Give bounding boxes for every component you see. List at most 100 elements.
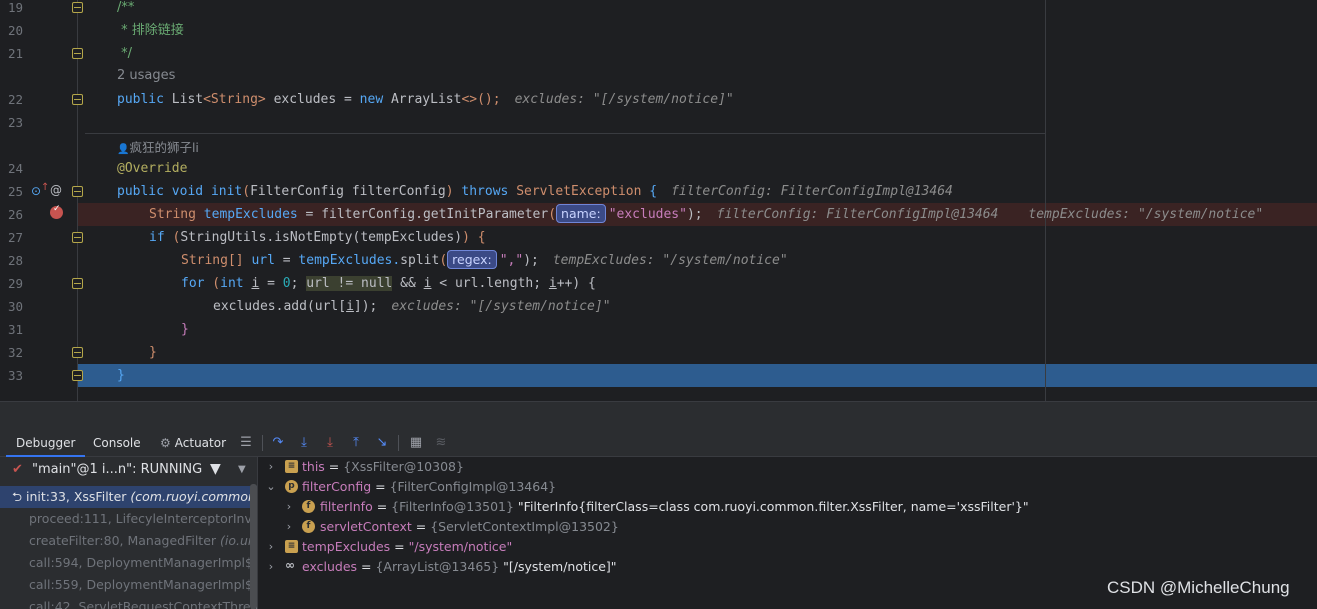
debugger-toolbar: Debugger Console ⚙ Actuator ☰ ↷ ⤓ ⤓ ⤒ ↘ ▦… xyxy=(0,429,1317,457)
code-line-20[interactable]: * 排除链接 xyxy=(117,19,184,42)
thread-label: "main"@1 i...n": RUNNING xyxy=(32,462,203,477)
line-number[interactable]: 21 xyxy=(8,46,23,61)
code-line-19[interactable]: /** xyxy=(117,0,134,19)
stack-frame[interactable]: call:594, DeploymentManagerImpl$2 xyxy=(0,552,257,574)
field-f-icon: f xyxy=(302,500,315,513)
variable-row-this[interactable]: › ≡ this = {XssFilter@10308} xyxy=(259,457,1317,477)
variable-row-filterinfo[interactable]: › f filterInfo = {FilterInfo@13501} "Fil… xyxy=(259,497,1317,517)
breakpoint-check-icon: ✓ xyxy=(53,204,61,214)
parameter-icon: p xyxy=(285,480,298,493)
chevron-right-icon[interactable]: › xyxy=(283,517,295,537)
implements-method-icon[interactable]: ⊙ xyxy=(31,184,41,198)
fold-marker-icon[interactable] xyxy=(72,278,83,289)
line-number[interactable]: 33 xyxy=(8,368,23,383)
trace-stream-icon[interactable]: ≋ xyxy=(433,435,449,451)
fold-marker-icon[interactable] xyxy=(72,370,83,381)
variable-row-filterconfig[interactable]: ⌄ p filterConfig = {FilterConfigImpl@134… xyxy=(259,477,1317,497)
inline-value-hint: excludes: "[/system/notice]" xyxy=(391,299,611,314)
line-number-gutter[interactable]: 19 20 21 22 23 24 25 26 27 28 29 30 31 3… xyxy=(0,0,30,401)
fold-marker-icon[interactable] xyxy=(72,48,83,59)
evaluate-expression-icon[interactable]: ▦ xyxy=(408,435,424,451)
tab-console[interactable]: Console xyxy=(93,429,141,457)
fold-guide xyxy=(77,0,78,401)
line-number[interactable]: 24 xyxy=(8,161,23,176)
variable-row-excludes[interactable]: › ∞ excludes = {ArrayList@13465} "[/syst… xyxy=(259,557,1317,577)
fold-marker-icon[interactable] xyxy=(72,2,83,13)
line-number[interactable]: 26 xyxy=(8,207,23,222)
chevron-down-icon[interactable]: ▼ xyxy=(238,464,246,475)
line-number[interactable]: 31 xyxy=(8,322,23,337)
inline-value-hint: tempExcludes: "/system/notice" xyxy=(1028,207,1264,222)
code-line-26[interactable]: String tempExcludes = filterConfig.getIn… xyxy=(149,203,1263,226)
step-out-icon[interactable]: ⤒ xyxy=(348,435,364,451)
line-number[interactable]: 27 xyxy=(8,230,23,245)
stack-frame[interactable]: call:42, ServletRequestContextThread xyxy=(0,596,257,609)
code-line-31[interactable]: } xyxy=(181,318,189,341)
step-over-icon[interactable]: ↷ xyxy=(270,435,286,451)
toolbar-divider xyxy=(398,435,399,451)
fold-marker-icon[interactable] xyxy=(72,186,83,197)
annotation-at-icon[interactable]: @ xyxy=(50,183,62,197)
chevron-right-icon[interactable]: › xyxy=(283,497,295,517)
line-number[interactable]: 19 xyxy=(8,0,23,15)
line-number[interactable]: 32 xyxy=(8,345,23,360)
fold-marker-icon[interactable] xyxy=(72,347,83,358)
line-number[interactable]: 23 xyxy=(8,115,23,130)
panel-splitter[interactable] xyxy=(0,401,1317,429)
code-line-25[interactable]: public void init(FilterConfig filterConf… xyxy=(117,180,953,203)
check-icon: ✔ xyxy=(12,462,23,477)
chevron-down-icon[interactable]: ⌄ xyxy=(265,477,277,497)
inline-value-hint: excludes: "[/system/notice]" xyxy=(514,92,734,107)
override-arrow-icon[interactable]: ↑ xyxy=(41,182,49,193)
code-line-24[interactable]: @Override xyxy=(117,157,187,180)
code-line-28[interactable]: String[] url = tempExcludes.split(regex:… xyxy=(181,249,788,272)
tab-debugger[interactable]: Debugger xyxy=(6,429,86,457)
line-number[interactable]: 29 xyxy=(8,276,23,291)
field-f-icon: f xyxy=(302,520,315,533)
thread-selector[interactable]: ✔ "main"@1 i...n": RUNNING ▼ ▼ xyxy=(0,457,257,484)
line-number[interactable]: 25 xyxy=(8,184,23,199)
force-step-into-icon[interactable]: ⤓ xyxy=(322,435,338,451)
menu-icon[interactable]: ☰ xyxy=(238,435,254,451)
fold-marker-icon[interactable] xyxy=(72,232,83,243)
return-icon: ⮌ xyxy=(12,489,23,504)
variable-row-tempexcludes[interactable]: › ≡ tempExcludes = "/system/notice" xyxy=(259,537,1317,557)
filter-icon[interactable]: ▼ xyxy=(210,461,221,477)
code-line-27[interactable]: if (StringUtils.isNotEmpty(tempExcludes)… xyxy=(149,226,486,249)
author-hint[interactable]: 👤疯狂的狮子li xyxy=(117,137,199,156)
line-number[interactable]: 28 xyxy=(8,253,23,268)
line-number[interactable]: 30 xyxy=(8,299,23,314)
run-to-cursor-icon[interactable]: ↘ xyxy=(374,435,390,451)
inline-value-hint: tempExcludes: "/system/notice" xyxy=(552,253,788,268)
chevron-right-icon[interactable]: › xyxy=(265,537,277,557)
frames-panel: ✔ "main"@1 i...n": RUNNING ▼ ▼ ⮌ init:33,… xyxy=(0,457,258,609)
code-line-29[interactable]: for (int i = 0; url != null && i < url.l… xyxy=(181,272,596,295)
stack-frame[interactable]: ⮌ init:33, XssFilter (com.ruoyi.common.f xyxy=(0,486,257,508)
param-name-hint: name: xyxy=(556,204,606,223)
code-editor[interactable]: 19 20 21 22 23 24 25 26 27 28 29 30 31 3… xyxy=(0,0,1317,401)
stack-frame[interactable]: proceed:111, LifecyleInterceptorInvoc xyxy=(0,508,257,530)
code-line-22[interactable]: public List<String> excludes = new Array… xyxy=(117,88,734,111)
tab-actuator[interactable]: ⚙ Actuator xyxy=(160,429,226,457)
line-number[interactable]: 20 xyxy=(8,23,23,38)
code-line-32[interactable]: } xyxy=(149,341,157,364)
code-line-21[interactable]: */ xyxy=(117,42,132,65)
execution-point-highlight xyxy=(78,364,1317,387)
stack-frame[interactable]: createFilter:80, ManagedFilter (io.und xyxy=(0,530,257,552)
fold-marker-icon[interactable] xyxy=(72,94,83,105)
code-line-30[interactable]: excludes.add(url[i]); excludes: "[/system… xyxy=(213,295,611,318)
chevron-right-icon[interactable]: › xyxy=(265,557,277,577)
line-number[interactable]: 22 xyxy=(8,92,23,107)
step-into-icon[interactable]: ⤓ xyxy=(296,435,312,451)
watch-glasses-icon: ∞ xyxy=(285,558,295,572)
toolbar-divider xyxy=(262,435,263,451)
inline-value-hint: filterConfig: FilterConfigImpl@13464 xyxy=(716,207,999,222)
right-margin-guide xyxy=(1045,0,1046,401)
chevron-right-icon[interactable]: › xyxy=(265,457,277,477)
usages-hint[interactable]: 2 usages xyxy=(117,68,175,83)
stack-frame[interactable]: call:559, DeploymentManagerImpl$2 xyxy=(0,574,257,596)
code-line-33[interactable]: } xyxy=(117,364,125,387)
variable-row-servletcontext[interactable]: › f servletContext = {ServletContextImpl… xyxy=(259,517,1317,537)
frames-scrollbar[interactable] xyxy=(250,484,257,609)
method-separator xyxy=(85,133,1045,134)
